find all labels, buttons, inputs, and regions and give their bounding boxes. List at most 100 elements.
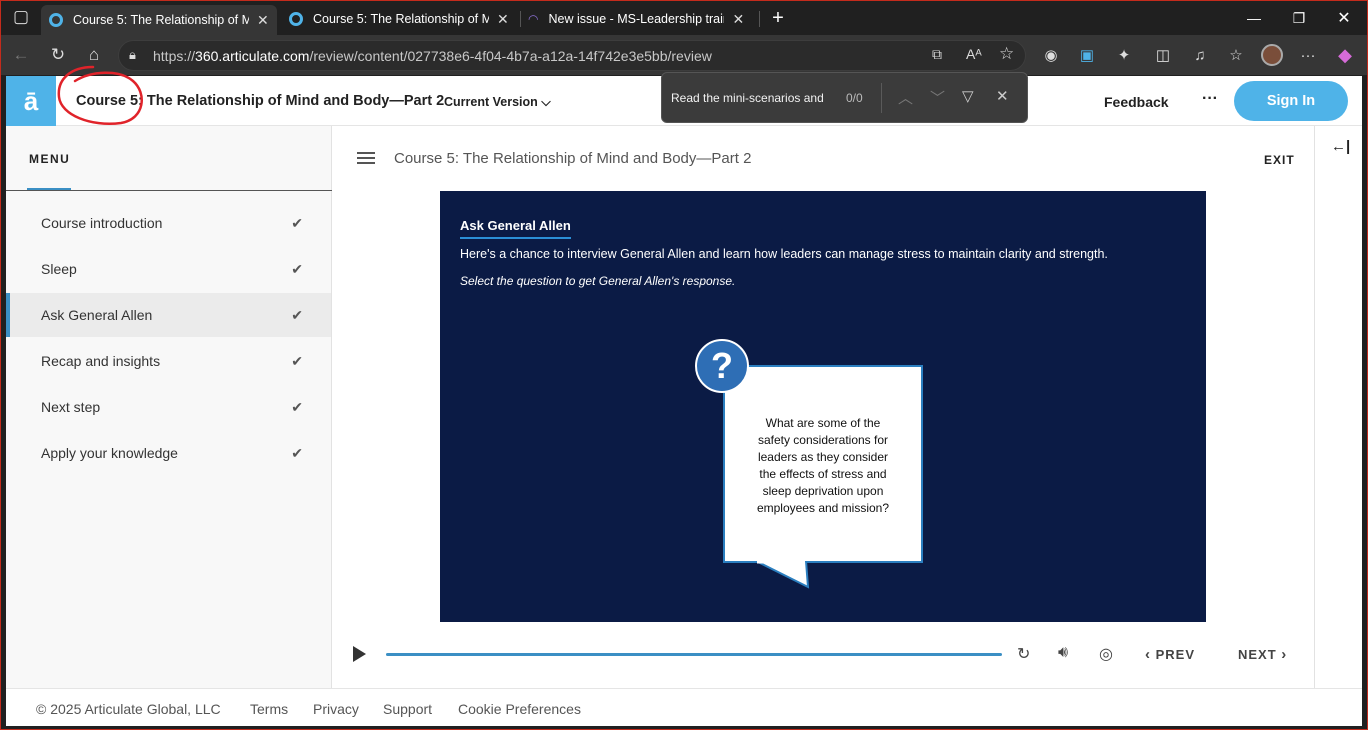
url-host: 360.articulate.com [195, 47, 310, 64]
restore-icon[interactable]: ❐ [1276, 1, 1322, 35]
menu-item-ask-general-allen[interactable]: Ask General Allen ✔ [6, 293, 331, 337]
url-path: /review/content/027738e6-4f04-4b7a-a12a-… [309, 47, 712, 64]
exit-button[interactable]: EXIT [1264, 153, 1295, 167]
playback-speed-icon[interactable]: ◎ [1099, 644, 1113, 664]
filter-icon[interactable]: ▽ [962, 87, 974, 105]
slide-paragraph: Here's a chance to interview General All… [460, 247, 1108, 261]
close-tab-icon[interactable]: ✕ [257, 12, 269, 29]
tab-title: Course 5: The Relationship of Min [73, 13, 249, 27]
menu-item-label: Next step [41, 399, 101, 415]
tab-course-5[interactable]: Course 5: The Relationship of Min ✕ [281, 5, 517, 33]
menu-item-recap-and-insights[interactable]: Recap and insights ✔ [6, 339, 331, 383]
menu-item-label: Course introduction [41, 215, 163, 231]
collapse-panel-icon[interactable]: ←| [1331, 138, 1350, 155]
checkmark-icon: ✔ [291, 260, 303, 277]
find-next-icon[interactable]: ﹀ [930, 87, 945, 108]
tab-title: Course 5: The Relationship of Min [313, 12, 489, 26]
tab-favicon-icon: ◠ [528, 12, 539, 26]
next-button[interactable]: NEXT › [1238, 646, 1287, 663]
find-input[interactable]: Read the mini-scenarios and [671, 91, 824, 105]
menu-item-label: Ask General Allen [41, 307, 153, 323]
checkmark-icon: ✔ [291, 352, 303, 369]
tab-course-5-active[interactable]: Course 5: The Relationship of Min ✕ [41, 5, 277, 35]
tab-actions-icon[interactable]: ▢ [7, 4, 35, 30]
player-controls: ↻ 🔊︎ ◎ ‹ PREV NEXT › [333, 634, 1314, 674]
tab-favicon-icon [49, 13, 63, 27]
web-page: ā Course 5: The Relationship of Mind and… [6, 76, 1362, 726]
footer-link-support[interactable]: Support [383, 701, 432, 717]
url-field[interactable]: 🔒︎ https://360.articulate.com/review/con… [118, 40, 1026, 71]
media-icon[interactable]: ♫ [1187, 43, 1213, 67]
question-mark-icon[interactable]: ? [695, 339, 749, 393]
question-bubble[interactable]: What are some of the safety consideratio… [723, 365, 923, 563]
replay-icon[interactable]: ↻ [1017, 644, 1030, 664]
copilot-icon[interactable]: ◆ [1332, 43, 1358, 67]
settings-more-icon[interactable]: ··· [1295, 43, 1321, 67]
speech-bubble-tail [755, 561, 810, 589]
red-circle-annotation [57, 65, 143, 126]
screenshot-icon[interactable]: ▣ [1074, 43, 1100, 67]
chevron-right-icon: › [1281, 646, 1288, 663]
checkmark-icon: ✔ [291, 398, 303, 415]
browser-essentials-icon[interactable]: ◉ [1038, 43, 1064, 67]
copyright-text: © 2025 Articulate Global, LLC [36, 701, 221, 717]
menu-item-course-introduction[interactable]: Course introduction ✔ [6, 201, 331, 245]
version-dropdown[interactable]: Current Version ⌵ [444, 95, 551, 110]
menu-item-sleep[interactable]: Sleep ✔ [6, 247, 331, 291]
close-window-icon[interactable]: ✕ [1321, 1, 1367, 35]
address-bar: ← ↻ ⌂ 🔒︎ https://360.articulate.com/revi… [1, 35, 1367, 75]
volume-icon[interactable]: 🔊︎ [1058, 644, 1068, 662]
profile-avatar[interactable] [1259, 43, 1285, 67]
back-icon[interactable]: ← [7, 42, 35, 68]
seek-bar[interactable] [386, 653, 1002, 656]
url-prefix: https:// [153, 47, 196, 64]
lesson-title: Course 5: The Relationship of Mind and B… [394, 150, 752, 167]
split-screen-icon[interactable]: ◫ [1150, 43, 1176, 67]
feedback-button[interactable]: Feedback [1104, 94, 1169, 110]
checkmark-icon: ✔ [291, 214, 303, 231]
read-aloud-icon[interactable]: Aᴬ [966, 46, 982, 62]
chevron-down-icon: ⌵ [541, 95, 551, 109]
menu-item-label: Apply your knowledge [41, 445, 178, 461]
articulate-logo[interactable]: ā [6, 76, 56, 126]
browser-window: ▢ Course 5: The Relationship of Min ✕ Co… [0, 0, 1368, 730]
close-find-icon[interactable]: ✕ [996, 87, 1009, 105]
favorite-star-icon[interactable]: ☆ [999, 44, 1014, 64]
footer-link-terms[interactable]: Terms [250, 701, 288, 717]
checkmark-icon: ✔ [291, 306, 303, 323]
close-tab-icon[interactable]: ✕ [497, 11, 509, 28]
menu-item-next-step[interactable]: Next step ✔ [6, 385, 331, 429]
prev-label: PREV [1155, 647, 1196, 662]
menu-item-apply-your-knowledge[interactable]: Apply your knowledge ✔ [6, 431, 331, 475]
slide-instruction: Select the question to get General Allen… [460, 274, 736, 288]
page-footer: © 2025 Articulate Global, LLC Terms Priv… [6, 688, 1362, 726]
course-menu-sidebar: MENU Course introduction ✔ Sleep ✔ Ask Gen… [6, 126, 332, 688]
footer-link-privacy[interactable]: Privacy [313, 701, 359, 717]
question-text: What are some of the safety consideratio… [756, 416, 890, 515]
menu-tab[interactable]: MENU [29, 152, 70, 166]
find-on-page-bar: Read the mini-scenarios and 0/0 ︿ ﹀ ▽ ✕ [661, 72, 1028, 123]
new-tab-button[interactable]: + [755, 1, 801, 35]
prev-button[interactable]: ‹ PREV [1145, 646, 1195, 663]
tab-new-issue[interactable]: ◠ New issue - MS-Leadership trainin ✕ [520, 5, 752, 33]
lesson-content: Course 5: The Relationship of Mind and B… [333, 126, 1314, 688]
more-options-icon[interactable]: ··· [1202, 90, 1218, 108]
hamburger-menu-icon[interactable] [357, 152, 375, 164]
play-icon[interactable] [353, 646, 366, 662]
tab-title: New issue - MS-Leadership trainin [548, 12, 725, 26]
close-tab-icon[interactable]: ✕ [732, 11, 744, 28]
storyline-slide: Ask General Allen Here's a chance to int… [440, 191, 1206, 622]
favorites-icon[interactable]: ☆ [1223, 43, 1249, 67]
menu-item-label: Sleep [41, 261, 77, 277]
footer-link-cookie-preferences[interactable]: Cookie Preferences [458, 701, 581, 717]
translate-icon[interactable]: ⧉ [932, 46, 942, 63]
menu-item-label: Recap and insights [41, 353, 161, 369]
find-previous-icon[interactable]: ︿ [898, 87, 913, 108]
find-divider [881, 83, 882, 113]
minimize-icon[interactable]: — [1231, 1, 1277, 35]
right-panel: ←| [1314, 126, 1362, 688]
extensions-icon[interactable]: ✦ [1111, 43, 1137, 67]
sign-in-button[interactable]: Sign In [1234, 81, 1348, 121]
lock-icon: 🔒︎ [129, 47, 136, 62]
chevron-left-icon: ‹ [1145, 646, 1151, 663]
